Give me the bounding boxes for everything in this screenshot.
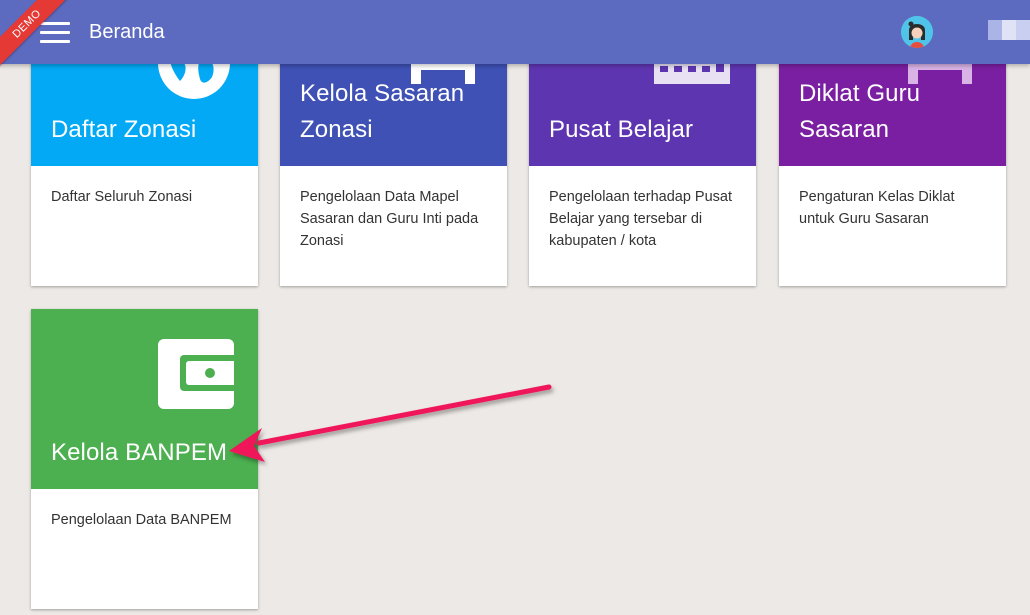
card-title: Pusat Belajar — [549, 116, 694, 143]
card-description: Pengelolaan Data Mapel Sasaran dan Guru … — [300, 189, 479, 249]
card-title: Kelola Sasaran Zonasi — [300, 80, 465, 143]
card-description: Pengaturan Kelas Diklat untuk Guru Sasar… — [799, 189, 955, 227]
card-title: Kelola BANPEM — [51, 439, 228, 466]
card-kelola-banpem[interactable]: Kelola BANPEM Pengelolaan Data BANPEM — [31, 309, 258, 609]
page-title: Beranda — [89, 21, 165, 43]
top-app-bar: Beranda — [0, 0, 1030, 64]
arrow-shape — [229, 384, 552, 462]
demo-ribbon: DEMO — [0, 0, 80, 80]
card-description: Daftar Seluruh Zonasi — [51, 189, 193, 205]
card-description: Pengelolaan Data BANPEM — [51, 512, 232, 528]
user-avatar[interactable] — [901, 16, 933, 48]
dashboard-viewport: Daftar Zonasi Daftar Seluruh Zonasi Kelo… — [0, 0, 1030, 615]
wallet-icon — [158, 339, 238, 414]
card-title: Daftar Zonasi — [51, 116, 197, 143]
user-name-placeholder[interactable] — [988, 20, 1030, 40]
card-title: Diklat Guru Sasaran — [799, 80, 921, 143]
demo-ribbon-label: DEMO — [0, 0, 73, 70]
card-description: Pengelolaan terhadap Pusat Belajar yang … — [549, 189, 733, 249]
card-header: Kelola BANPEM — [31, 309, 258, 489]
